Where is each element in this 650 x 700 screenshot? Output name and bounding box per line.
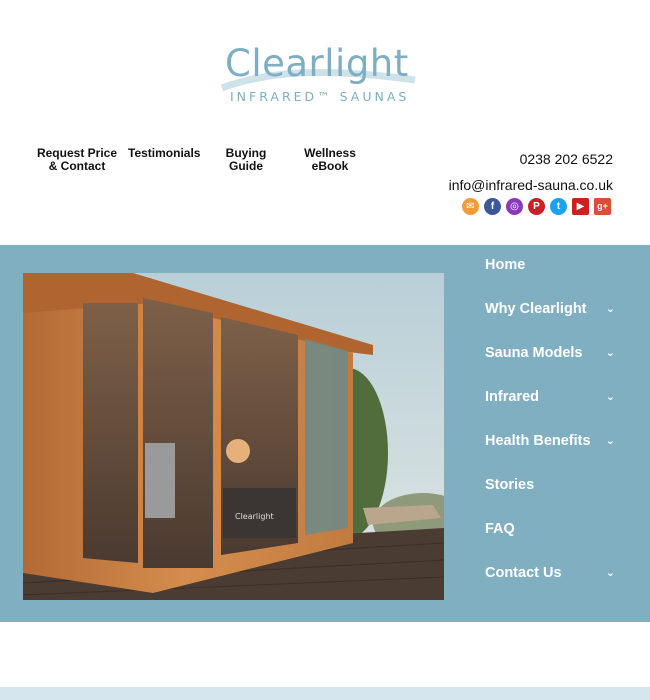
sauna-brand-text: Clearlight xyxy=(235,512,274,521)
chevron-down-icon: ⌄ xyxy=(605,567,615,579)
side-nav-label: Why Clearlight xyxy=(485,301,587,317)
logo-tagline: INFRARED™ SAUNAS xyxy=(230,89,410,104)
site-logo[interactable]: Clearlight INFRARED™ SAUNAS xyxy=(220,40,420,110)
bottom-section-strip xyxy=(0,687,650,700)
side-nav-why-clearlight[interactable]: Why Clearlight ⌄ xyxy=(485,294,615,324)
youtube-icon[interactable]: ▶ xyxy=(572,198,589,215)
google-plus-icon[interactable]: g+ xyxy=(594,198,611,215)
side-nav-label: Contact Us xyxy=(485,565,562,581)
side-nav-contact-us[interactable]: Contact Us ⌄ xyxy=(485,558,615,588)
side-nav-sauna-models[interactable]: Sauna Models ⌄ xyxy=(485,338,615,368)
instagram-icon[interactable]: ◎ xyxy=(506,198,523,215)
side-nav-label: FAQ xyxy=(485,521,515,537)
hero-sauna-image: Clearlight xyxy=(23,273,444,600)
chevron-down-icon: ⌄ xyxy=(605,303,615,315)
phone-number[interactable]: 0238 202 6522 xyxy=(520,151,613,167)
side-nav-label: Infrared xyxy=(485,389,539,405)
side-nav-faq[interactable]: FAQ xyxy=(485,514,615,544)
nav-buying-guide[interactable]: Buying Guide xyxy=(220,147,272,173)
side-nav-label: Health Benefits xyxy=(485,433,591,449)
email-icon[interactable]: ✉ xyxy=(462,198,479,215)
outdoor-sauna-image: Clearlight xyxy=(23,273,444,600)
side-nav-label: Home xyxy=(485,257,526,273)
facebook-icon[interactable]: f xyxy=(484,198,501,215)
logo-wordmark: Clearlight xyxy=(225,42,409,85)
twitter-icon[interactable]: t xyxy=(550,198,567,215)
pinterest-icon[interactable]: P xyxy=(528,198,545,215)
side-nav-label: Sauna Models xyxy=(485,345,583,361)
email-address[interactable]: info@infrared-sauna.co.uk xyxy=(449,177,613,193)
side-nav-label: Stories xyxy=(485,477,535,493)
chevron-down-icon: ⌄ xyxy=(605,347,615,359)
nav-request-price-contact[interactable]: Request Price & Contact xyxy=(36,147,118,173)
side-nav-stories[interactable]: Stories xyxy=(485,470,615,500)
side-nav-infrared[interactable]: Infrared ⌄ xyxy=(485,382,615,412)
side-nav-health-benefits[interactable]: Health Benefits ⌄ xyxy=(485,426,615,456)
nav-testimonials[interactable]: Testimonials xyxy=(128,147,200,160)
chevron-down-icon: ⌄ xyxy=(605,391,615,403)
side-nav-home[interactable]: Home xyxy=(485,250,615,280)
chevron-down-icon: ⌄ xyxy=(605,435,615,447)
nav-wellness-ebook[interactable]: Wellness eBook xyxy=(300,147,360,173)
